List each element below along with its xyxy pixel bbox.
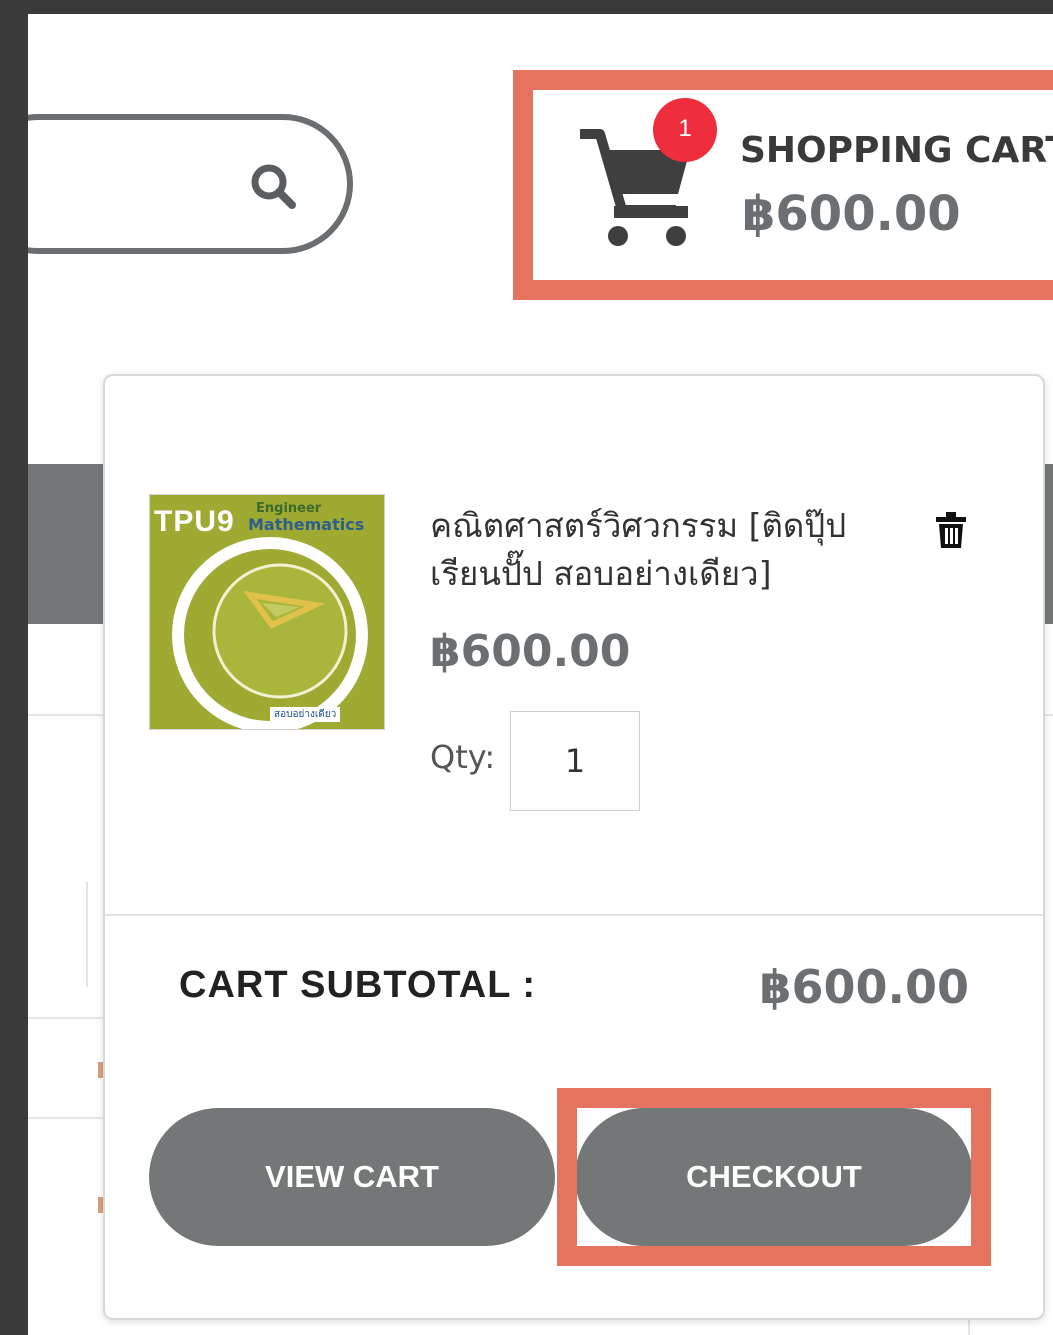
qty-label: Qty:: [430, 738, 496, 776]
qty-input[interactable]: [510, 711, 640, 811]
product-price: ฿600.00: [430, 626, 631, 677]
cart-count-badge: 1: [653, 98, 717, 162]
cart-amount: ฿600.00: [742, 186, 961, 242]
thumbnail-brand: TPU9: [154, 505, 235, 538]
product-thumbnail[interactable]: TPU9 Engineer Mathematics สอบอย่างเดียว: [149, 494, 385, 730]
thumbnail-footer: สอบอย่างเดียว: [270, 707, 341, 722]
checkout-highlight-box: [557, 1088, 991, 1266]
trash-icon[interactable]: [935, 512, 967, 548]
search-icon[interactable]: [246, 159, 302, 215]
thumbnail-line1: Engineer: [256, 501, 322, 516]
background-divider: [86, 882, 88, 987]
mini-cart-dropdown: TPU9 Engineer Mathematics สอบอย่างเดียว …: [103, 374, 1045, 1320]
cart-subtotal-label: CART SUBTOTAL :: [179, 964, 536, 1006]
product-name[interactable]: คณิตศาสตร์วิศวกรรม [ติดปุ๊ป เรียนปั๊ป สอ…: [430, 502, 890, 598]
view-cart-button[interactable]: VIEW CART: [149, 1108, 555, 1246]
thumbnail-line2: Mathematics: [248, 515, 365, 534]
divider: [105, 914, 1043, 916]
search-input[interactable]: [28, 114, 353, 254]
page: 1 SHOPPING CART ฿600.00 TPU9 Engineer Ma…: [28, 14, 1053, 1335]
cart-subtotal-value: ฿600.00: [759, 960, 969, 1014]
cart-title[interactable]: SHOPPING CART: [740, 130, 1053, 171]
